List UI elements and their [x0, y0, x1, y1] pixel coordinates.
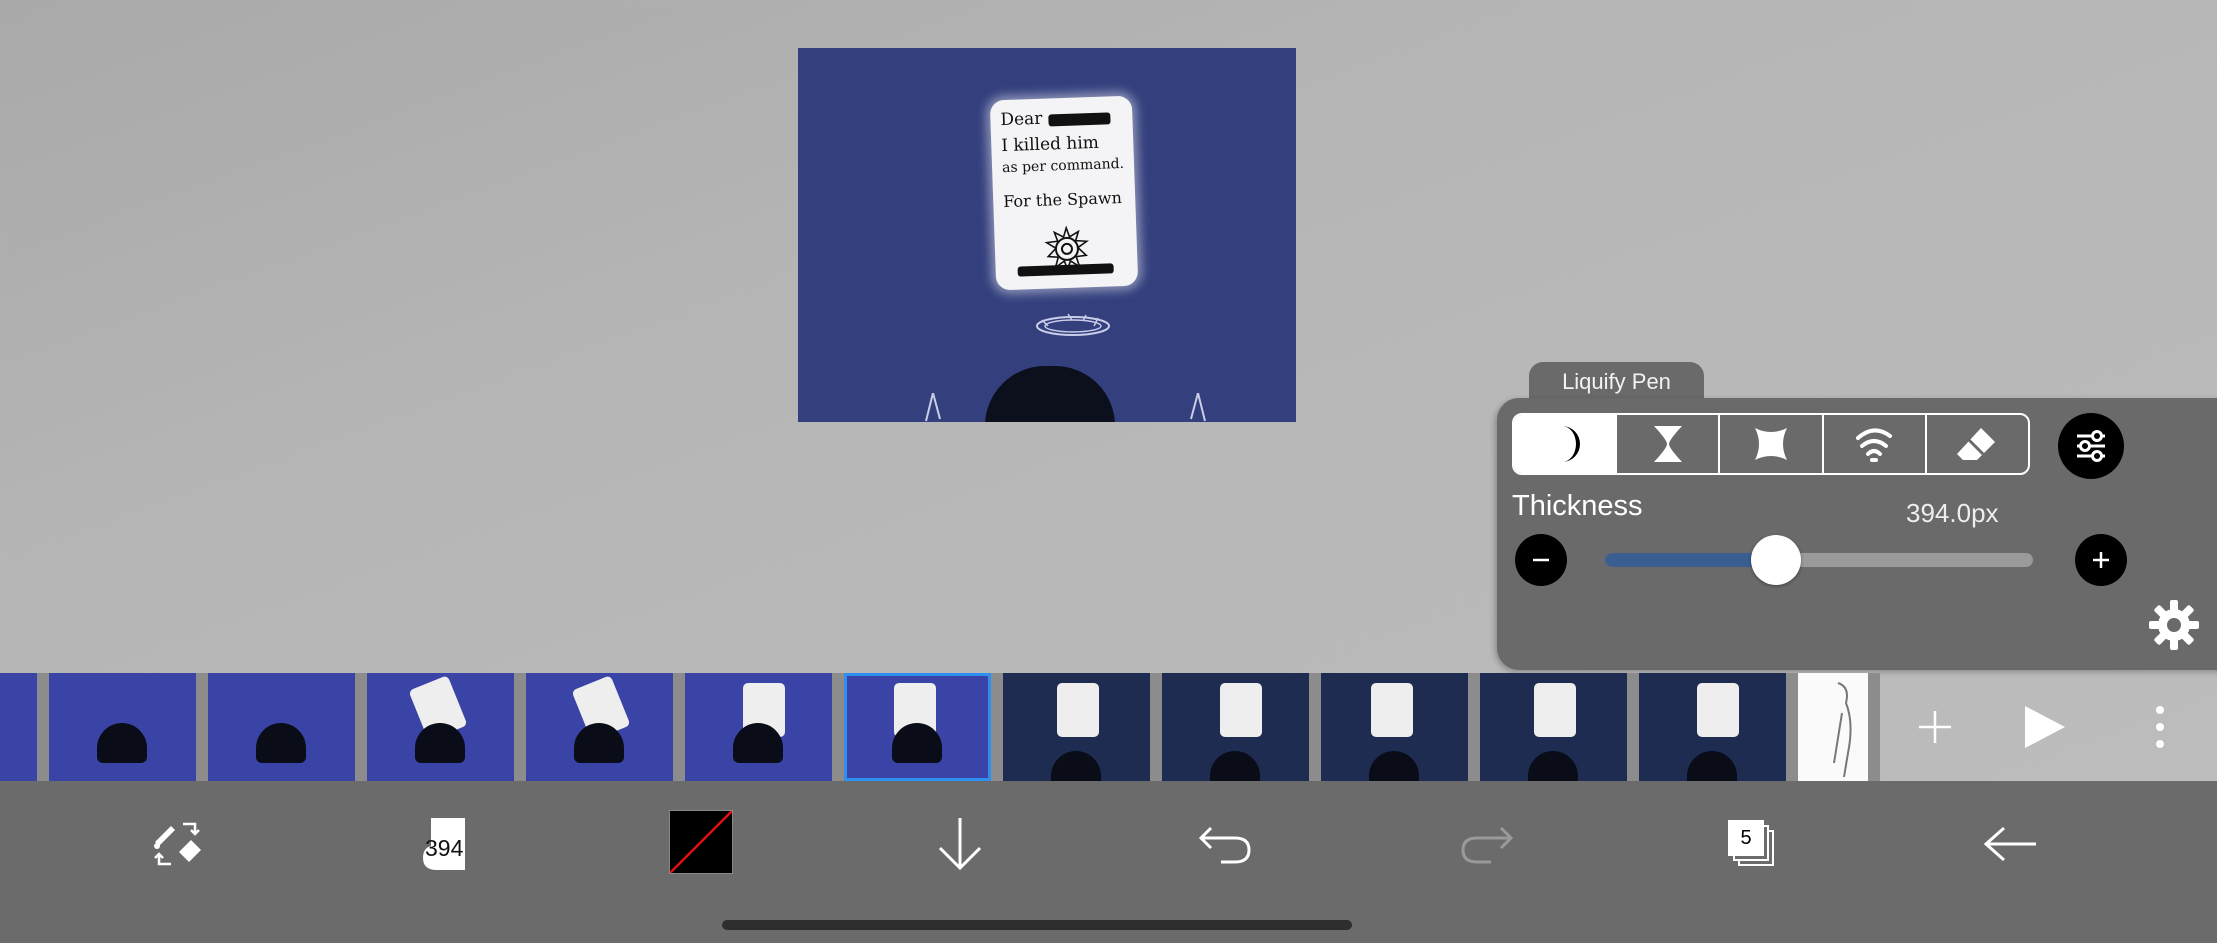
character-thumbnail: [97, 723, 147, 763]
layers-icon: 5: [1722, 814, 1778, 874]
frame-thumbnail[interactable]: [1639, 673, 1786, 781]
twirl-icon: [1856, 428, 1893, 462]
thickness-slider[interactable]: [1605, 535, 2033, 585]
thickness-decrease-button[interactable]: [1515, 534, 1567, 586]
frame-thumbnail[interactable]: [1798, 673, 1868, 781]
bottom-toolbar: 394 5: [0, 781, 2217, 943]
frame-thumbnail[interactable]: [1003, 673, 1150, 781]
pinch-icon: [1653, 426, 1682, 462]
note-thumbnail: [1697, 683, 1739, 737]
character-thumbnail: [256, 723, 306, 763]
character-thumbnail: [1528, 751, 1578, 781]
drawing-canvas[interactable]: Dear I killed him as per command. For th…: [798, 48, 1296, 422]
brush-eraser-swap-icon: [154, 822, 201, 866]
save-frame-button[interactable]: [925, 811, 995, 877]
redacted-bar-bottom: [1017, 263, 1114, 277]
character-hair: [985, 366, 1115, 422]
plus-icon: [1919, 711, 1951, 743]
character-thumbnail: [1369, 751, 1419, 781]
frame-thumbnail[interactable]: [844, 673, 991, 781]
liquify-mode-push[interactable]: [1514, 415, 1616, 473]
liquify-mode-twirl[interactable]: [1821, 415, 1925, 473]
undo-icon: [1198, 826, 1251, 864]
tool-settings-button[interactable]: [2058, 413, 2124, 479]
push-icon: [1561, 426, 1580, 462]
frame-thumbnail[interactable]: [526, 673, 673, 781]
more-options-button[interactable]: [2140, 673, 2180, 781]
thickness-increase-button[interactable]: [2075, 534, 2127, 586]
character-thumbnail: [1210, 751, 1260, 781]
home-indicator: [722, 920, 1352, 930]
note-thumbnail: [1057, 683, 1099, 737]
more-vertical-icon: [2156, 706, 2164, 748]
wing-right: [1190, 393, 1206, 422]
layers-button[interactable]: 5: [1715, 811, 1785, 877]
sliders-icon: [2077, 430, 2105, 462]
note-line-3: as per command.: [1001, 155, 1125, 177]
plus-icon: [2093, 552, 2109, 568]
swap-tools-button[interactable]: [142, 811, 212, 877]
gear-icon[interactable]: [2147, 598, 2201, 652]
liquify-mode-pinch[interactable]: [1615, 415, 1718, 473]
note-thumbnail: [1371, 683, 1413, 737]
character-thumbnail: [1687, 751, 1737, 781]
character-thumbnail: [1051, 751, 1101, 781]
sketch-figure: [1833, 682, 1852, 778]
minus-icon: [1533, 558, 1549, 562]
frame-thumbnail[interactable]: [0, 673, 37, 781]
redo-button[interactable]: [1452, 811, 1522, 877]
note-line-1: Dear: [1000, 108, 1043, 131]
liquify-mode-selector: [1512, 413, 2030, 475]
no-color-slash: [670, 811, 732, 873]
play-button[interactable]: [2010, 673, 2080, 781]
frame-thumbnail[interactable]: [685, 673, 832, 781]
liquify-tool-panel: Thickness 394.0px: [1497, 398, 2217, 670]
frame-thumbnail[interactable]: [208, 673, 355, 781]
note-thumbnail: [1220, 683, 1262, 737]
frame-thumbnail[interactable]: [1321, 673, 1468, 781]
eraser-icon: [1957, 428, 1996, 460]
frame-thumbnail[interactable]: [49, 673, 196, 781]
wing-left: [925, 393, 941, 422]
liquify-mode-expand[interactable]: [1718, 415, 1821, 473]
liquify-mode-eraser[interactable]: [1924, 415, 2028, 473]
play-icon: [2025, 706, 2065, 748]
back-button[interactable]: [1975, 811, 2045, 877]
arrow-down-icon: [938, 818, 982, 871]
letter-note: Dear I killed him as per command. For th…: [989, 95, 1139, 291]
frame-thumbnail[interactable]: [1480, 673, 1627, 781]
expand-icon: [1755, 428, 1787, 460]
note-line-2: I killed him: [1000, 132, 1100, 157]
undo-button[interactable]: [1190, 811, 1260, 877]
page-count: 5: [1728, 820, 1764, 856]
note-thumbnail: [1534, 683, 1576, 737]
animation-filmstrip[interactable]: [0, 673, 1880, 781]
frame-thumbnail[interactable]: [1162, 673, 1309, 781]
arrow-left-icon: [1983, 826, 2036, 862]
frame-thumbnail[interactable]: [367, 673, 514, 781]
add-frame-button[interactable]: [1900, 673, 1970, 781]
halo-drawing: [1036, 313, 1110, 336]
redo-icon: [1461, 826, 1514, 864]
brush-size-value: 394: [425, 835, 464, 861]
tool-name-tab[interactable]: Liquify Pen: [1529, 362, 1704, 402]
thickness-value: 394.0px: [1906, 498, 1999, 528]
color-swatch[interactable]: [669, 810, 733, 874]
thickness-slider-knob[interactable]: [1751, 535, 1802, 585]
thickness-label: Thickness: [1512, 490, 1643, 522]
note-line-4: For the Spawn: [1002, 187, 1123, 212]
redacted-bar-top: [1048, 112, 1111, 127]
